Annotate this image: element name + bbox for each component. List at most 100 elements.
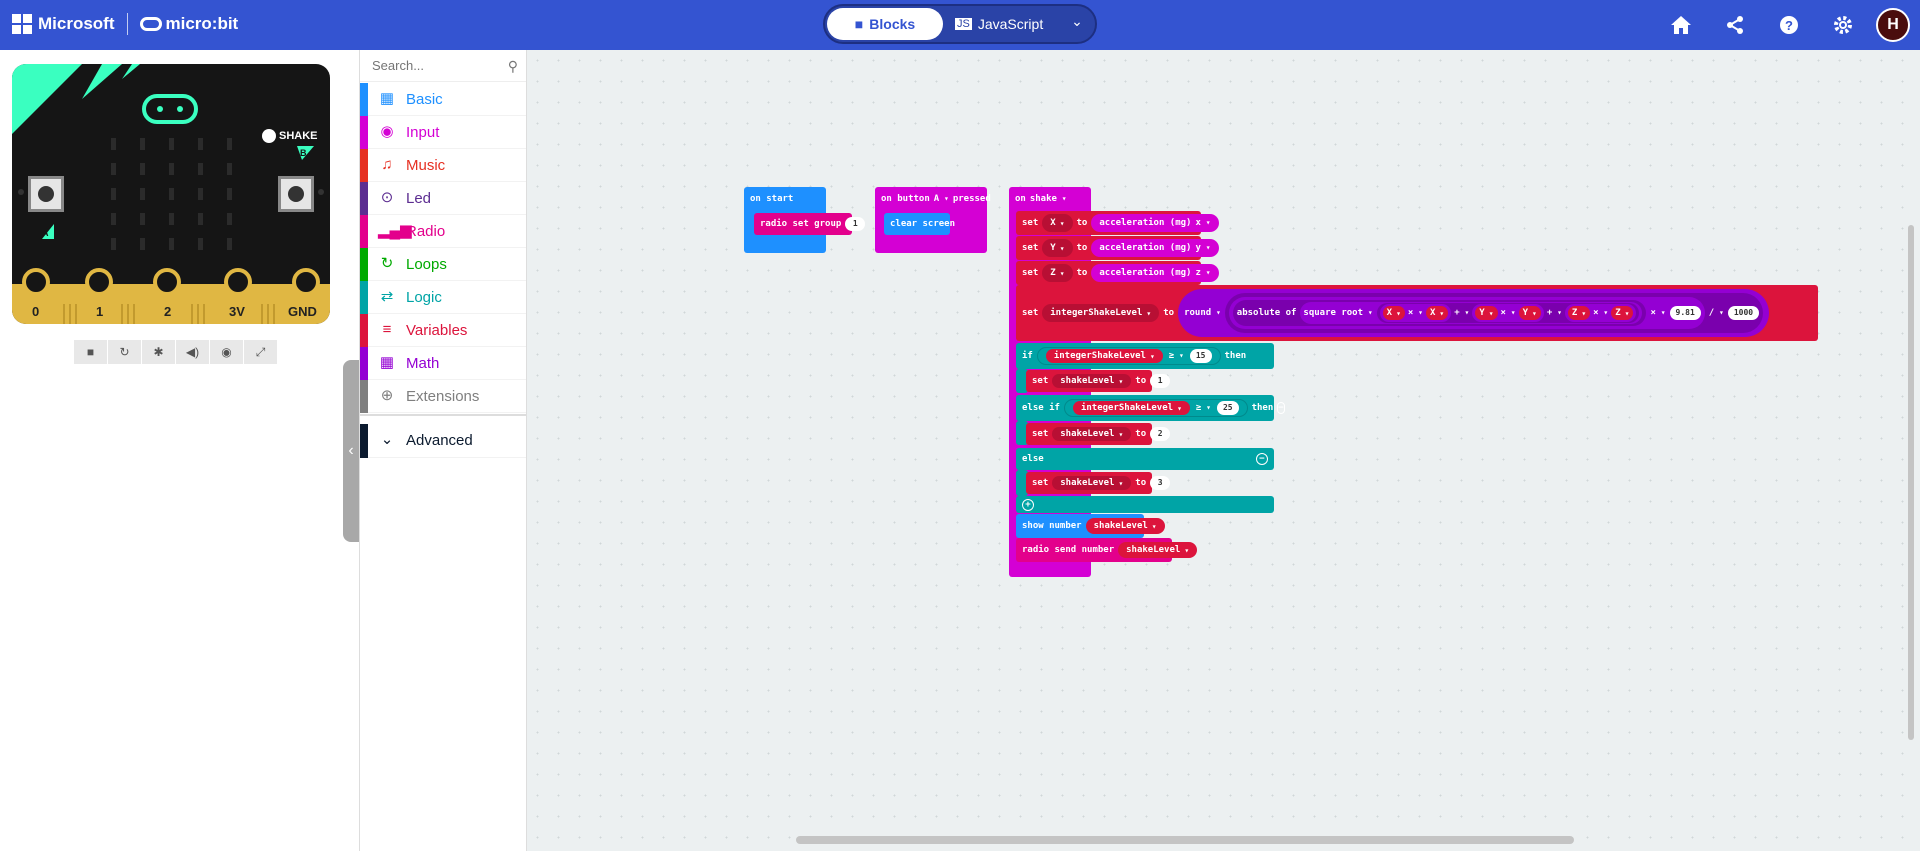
set-y-block[interactable]: set Y to acceleration (mg)y <box>1016 236 1219 260</box>
acceleration-y-block[interactable]: acceleration (mg) y <box>1091 239 1219 257</box>
restart-icon[interactable]: ↻ <box>108 340 141 364</box>
brand[interactable]: Microsoft micro:bit <box>12 12 238 36</box>
led[interactable] <box>140 138 145 150</box>
category-math[interactable]: ▦ Math <box>360 347 526 380</box>
threshold-input[interactable]: 25 <box>1216 401 1239 415</box>
variable-z-reporter[interactable]: Z <box>1567 306 1591 320</box>
category-input[interactable]: ◉ Input <box>360 116 526 149</box>
remove-branch-icon[interactable]: − <box>1277 402 1285 414</box>
pin-0[interactable] <box>22 268 50 296</box>
led[interactable] <box>140 213 145 225</box>
category-radio[interactable]: ▂▄▆ Radio <box>360 215 526 248</box>
category-basic[interactable]: ▦ Basic <box>360 83 526 116</box>
button-b[interactable] <box>278 176 314 212</box>
set-shake-level-3-block[interactable]: set shakeLevel to 3 <box>1026 472 1171 494</box>
led[interactable] <box>169 213 174 225</box>
screenshot-icon[interactable]: ◉ <box>210 340 243 364</box>
variable-y-reporter[interactable]: Y <box>1518 306 1541 320</box>
led[interactable] <box>111 213 116 225</box>
axis-dropdown[interactable]: x <box>1195 218 1210 228</box>
set-shake-level-1-block[interactable]: set shakeLevel to 1 <box>1026 370 1171 392</box>
operator-dropdown[interactable]: / <box>1709 308 1724 318</box>
radio-set-group-block[interactable]: radio set group 1 <box>754 213 866 235</box>
integer-shake-level-dropdown[interactable]: integerShakeLevel <box>1042 304 1160 322</box>
avatar[interactable]: H <box>1876 8 1910 42</box>
category-music[interactable]: ♫ Music <box>360 149 526 182</box>
acceleration-z-block[interactable]: acceleration (mg) z <box>1091 264 1219 282</box>
microbit-board[interactable]: A B SHAKE 0 1 2 3V GND <box>12 64 330 324</box>
pin-1[interactable] <box>85 268 113 296</box>
pin-2[interactable] <box>153 268 181 296</box>
set-shake-level-2-block[interactable]: set shakeLevel to 2 <box>1026 423 1171 445</box>
led[interactable] <box>169 238 174 250</box>
else-block[interactable]: else − <box>1016 448 1274 470</box>
comparison-dropdown[interactable]: ≥ <box>1196 403 1211 413</box>
shake-level-reporter[interactable]: shakeLevel <box>1118 542 1198 558</box>
led[interactable] <box>111 163 116 175</box>
led[interactable] <box>169 188 174 200</box>
scale-input[interactable]: 1000 <box>1727 306 1760 320</box>
operator-dropdown[interactable]: + <box>1454 308 1469 318</box>
settings-icon[interactable] <box>1816 0 1870 50</box>
group-value-input[interactable]: 1 <box>845 217 866 231</box>
set-integer-shake-level-block[interactable]: set integerShakeLevel to round absolute … <box>1016 285 1818 341</box>
operator-dropdown[interactable]: × <box>1408 308 1423 318</box>
acceleration-x-block[interactable]: acceleration (mg) x <box>1091 214 1219 232</box>
led[interactable] <box>198 163 203 175</box>
led[interactable] <box>169 163 174 175</box>
led[interactable] <box>140 163 145 175</box>
tab-blocks[interactable]: ■ Blocks <box>827 8 943 40</box>
variable-y-reporter[interactable]: Y <box>1475 306 1498 320</box>
led[interactable] <box>227 238 232 250</box>
share-icon[interactable] <box>1708 0 1762 50</box>
operator-dropdown[interactable]: × <box>1593 308 1608 318</box>
category-led[interactable]: ⊙ Led <box>360 182 526 215</box>
led[interactable] <box>227 163 232 175</box>
comparison-dropdown[interactable]: ≥ <box>1169 351 1184 361</box>
button-a[interactable] <box>28 176 64 212</box>
tab-javascript[interactable]: JS JavaScript <box>955 8 1055 40</box>
home-icon[interactable] <box>1654 0 1708 50</box>
pin-gnd[interactable] <box>292 268 320 296</box>
led[interactable] <box>111 188 116 200</box>
led[interactable] <box>140 188 145 200</box>
axis-dropdown[interactable]: z <box>1195 268 1210 278</box>
compare-block[interactable]: integerShakeLevel ≥ 15 <box>1036 347 1221 365</box>
variable-x-reporter[interactable]: X <box>1425 306 1449 320</box>
round-dropdown[interactable]: round <box>1184 308 1221 318</box>
x-squared-block[interactable]: X × X <box>1379 304 1452 322</box>
gesture-dropdown[interactable]: shake <box>1030 194 1067 204</box>
level-input[interactable]: 3 <box>1150 476 1171 490</box>
collapse-simulator-button[interactable]: ‹ <box>343 360 359 542</box>
z-squared-block[interactable]: Z × Z <box>1564 304 1637 322</box>
level-input[interactable]: 2 <box>1150 427 1171 441</box>
add-branch-icon[interactable]: + <box>1022 498 1034 511</box>
help-icon[interactable]: ? <box>1762 0 1816 50</box>
vertical-scrollbar[interactable] <box>1908 225 1914 740</box>
show-number-block[interactable]: show number shakeLevel <box>1016 514 1165 538</box>
variable-x-dropdown[interactable]: X <box>1042 214 1073 232</box>
button-dropdown[interactable]: A <box>934 194 949 204</box>
led[interactable] <box>227 138 232 150</box>
category-advanced[interactable]: ⌄ Advanced <box>360 424 526 458</box>
shake-level-dropdown[interactable]: shakeLevel <box>1052 427 1132 441</box>
led[interactable] <box>227 188 232 200</box>
variable-z-reporter[interactable]: Z <box>1611 306 1634 320</box>
led[interactable] <box>198 238 203 250</box>
shake-level-dropdown[interactable]: shakeLevel <box>1052 374 1132 388</box>
variable-z-dropdown[interactable]: Z <box>1042 264 1073 282</box>
absolute-block[interactable]: absolute of square root X × X + <box>1232 300 1647 326</box>
integer-shake-level-reporter[interactable]: integerShakeLevel <box>1072 401 1190 415</box>
search-icon[interactable]: ⚲ <box>508 58 518 75</box>
variable-x-reporter[interactable]: X <box>1382 306 1405 320</box>
shake-level-dropdown[interactable]: shakeLevel <box>1052 476 1132 490</box>
mute-icon[interactable]: ◀) <box>176 340 209 364</box>
category-variables[interactable]: ≡ Variables <box>360 314 526 347</box>
led[interactable] <box>198 213 203 225</box>
category-loops[interactable]: ↻ Loops <box>360 248 526 281</box>
remove-branch-icon[interactable]: − <box>1256 453 1268 465</box>
shake-level-reporter[interactable]: shakeLevel <box>1085 518 1165 534</box>
debug-icon[interactable]: ✱ <box>142 340 175 364</box>
level-input[interactable]: 1 <box>1150 374 1171 388</box>
sum-expression-block[interactable]: X × X + Y × Y + <box>1376 303 1640 323</box>
